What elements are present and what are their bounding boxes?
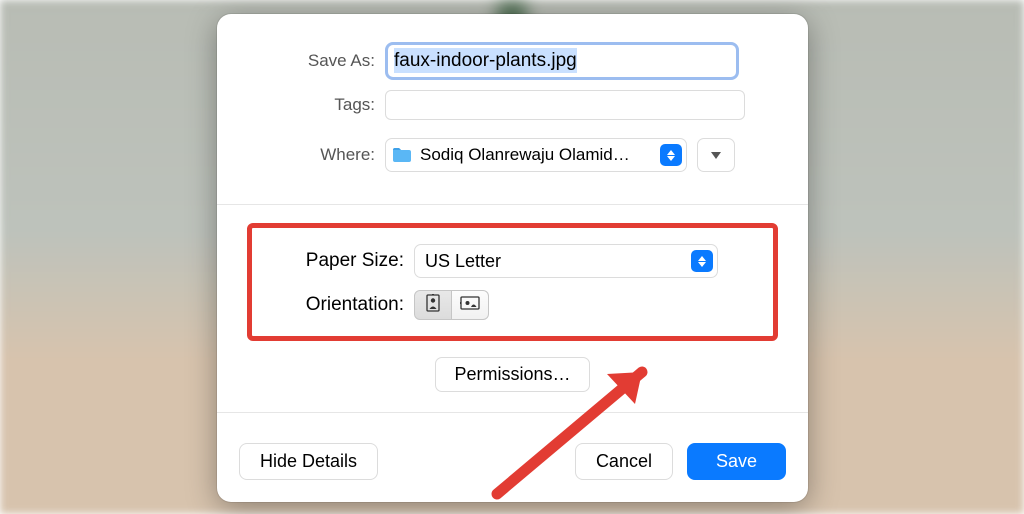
where-folder-text: Sodiq Olanrewaju Olamid… (420, 145, 680, 165)
tags-input[interactable] (385, 90, 745, 120)
orientation-portrait-button[interactable] (414, 290, 452, 320)
cancel-button[interactable]: Cancel (575, 443, 673, 480)
chevron-down-icon (711, 152, 721, 159)
updown-arrows-icon (660, 144, 682, 166)
paper-size-label: Paper Size: (272, 250, 414, 272)
save-as-label: Save As: (247, 51, 385, 71)
paper-size-value: US Letter (425, 251, 501, 272)
landscape-icon (460, 295, 480, 316)
where-label: Where: (247, 145, 385, 165)
permissions-button[interactable]: Permissions… (435, 357, 589, 392)
save-as-field-wrap: faux-indoor-plants.jpg (385, 42, 739, 80)
orientation-label: Orientation: (272, 294, 414, 316)
save-button[interactable]: Save (687, 443, 786, 480)
paper-settings-highlight: Paper Size: US Letter Orientation: (247, 223, 778, 341)
portrait-icon (425, 294, 441, 317)
save-dialog: Save As: faux-indoor-plants.jpg Tags: Wh… (217, 14, 808, 502)
folder-icon (392, 147, 412, 163)
paper-size-popup[interactable]: US Letter (414, 244, 718, 278)
expand-dialog-button[interactable] (697, 138, 735, 172)
updown-arrows-icon (691, 250, 713, 272)
file-section: Save As: faux-indoor-plants.jpg Tags: Wh… (217, 14, 808, 204)
save-as-input[interactable]: faux-indoor-plants.jpg (388, 47, 736, 75)
where-folder-popup[interactable]: Sodiq Olanrewaju Olamid… (385, 138, 687, 172)
hide-details-button[interactable]: Hide Details (239, 443, 378, 480)
orientation-landscape-button[interactable] (452, 290, 489, 320)
tags-label: Tags: (247, 95, 385, 115)
